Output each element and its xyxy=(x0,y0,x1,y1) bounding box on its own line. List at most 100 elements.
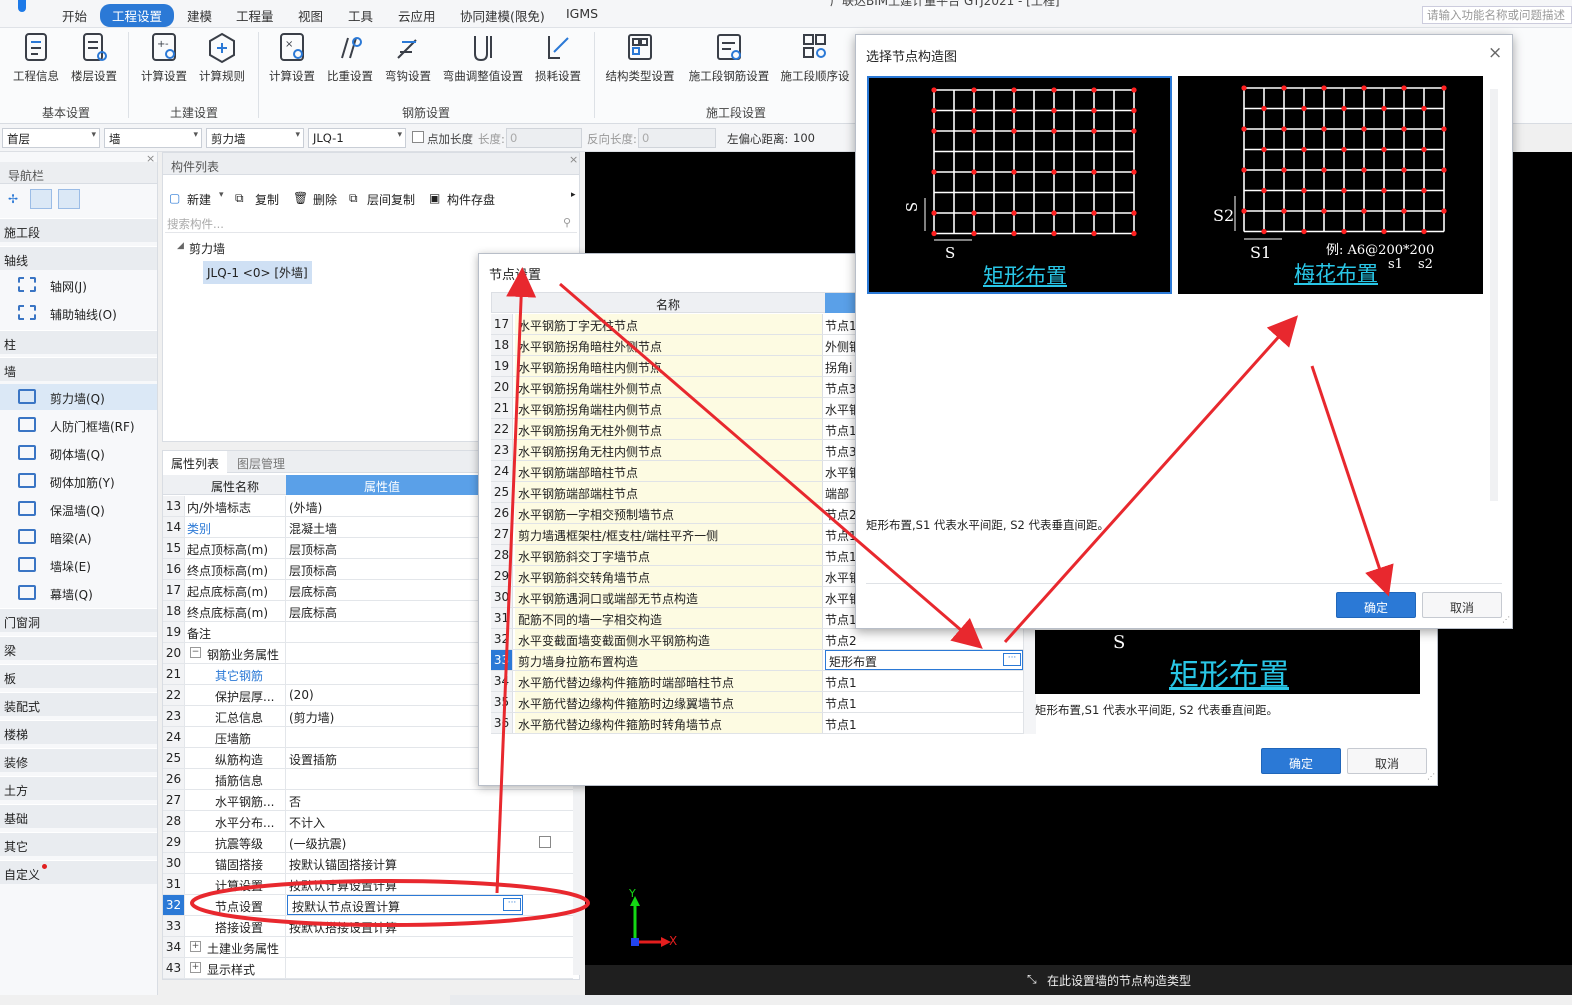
nav-item-curtain-wall[interactable]: 幕墙(Q) xyxy=(0,580,157,606)
function-search-input[interactable]: 请输入功能名称或问题描述 xyxy=(1422,6,1572,24)
save-component-button[interactable]: 构件存盘 xyxy=(447,191,495,208)
floor-copy-button[interactable]: 层间复制 xyxy=(367,191,415,208)
chevron-down-icon[interactable]: ▾ xyxy=(219,190,224,200)
node-row[interactable]: 35 水平筋代替边缘构件箍筋时边缘翼墙节点 节点1 xyxy=(491,692,1023,713)
hook-settings-button[interactable]: 弯钩设置 xyxy=(380,32,436,84)
property-row[interactable]: 29 抗震等级 (一级抗震) xyxy=(163,832,573,853)
menu-item-start[interactable]: 开始 xyxy=(62,6,87,25)
resize-grip-icon[interactable]: ⋰ xyxy=(1502,615,1510,624)
length-input[interactable]: 0 xyxy=(506,128,582,148)
more-icon[interactable]: ▸ xyxy=(571,190,576,200)
nav-section-wall[interactable]: 墙 xyxy=(0,357,157,381)
nav-section-beam[interactable]: 梁 xyxy=(0,636,157,660)
section-order-button[interactable]: 施工段顺序设 xyxy=(776,32,854,84)
pin-icon[interactable]: ✢ xyxy=(8,192,18,206)
menu-item-cloud[interactable]: 云应用 xyxy=(398,6,436,25)
rebar-calc-settings-button[interactable]: × 计算设置 xyxy=(264,32,320,84)
menu-item-project-settings[interactable]: 工程设置 xyxy=(100,4,175,27)
new-button[interactable]: 新建 xyxy=(187,191,211,208)
collapse-icon[interactable]: − xyxy=(190,647,201,658)
civil-calc-settings-button[interactable]: + - 计算设置 xyxy=(136,32,192,84)
expand-icon[interactable]: + xyxy=(190,962,201,973)
property-row[interactable]: 28 水平分布... 不计入 xyxy=(163,811,573,832)
nav-section-column[interactable]: 柱 xyxy=(0,330,157,354)
nav-section-decoration[interactable]: 装修 xyxy=(0,748,157,772)
select-ok-button[interactable]: 确定 xyxy=(1336,592,1416,618)
detail-view-icon[interactable] xyxy=(58,189,80,209)
nav-section-openings[interactable]: 门窗洞 xyxy=(0,608,157,632)
nav-item-masonry-rebar[interactable]: 砌体加筋(Y) xyxy=(0,468,157,494)
bend-adjust-button[interactable]: 弯曲调整值设置 xyxy=(438,32,528,84)
menu-item-igms[interactable]: IGMS xyxy=(566,6,598,21)
nav-section-stairs[interactable]: 楼梯 xyxy=(0,720,157,744)
copy-button[interactable]: 复制 xyxy=(255,191,279,208)
offset-value[interactable]: 100 xyxy=(793,131,815,145)
tab-property-list[interactable]: 属性列表 xyxy=(163,451,227,473)
tab-layer-manage[interactable]: 图层管理 xyxy=(229,451,293,473)
option-quincunx[interactable]: S2 S1 例: A6@200*200 s1 s2 梅花布置 xyxy=(1178,76,1483,294)
reverse-length-input[interactable]: 0 xyxy=(638,128,716,148)
calc-rules-button[interactable]: 计算规则 xyxy=(194,32,250,84)
collapse-icon[interactable]: ◢ xyxy=(177,241,184,251)
close-icon[interactable]: × xyxy=(146,152,155,165)
menu-item-view[interactable]: 视图 xyxy=(298,6,323,25)
property-row[interactable]: 32 节点设置 按默认节点设置计算 ··· xyxy=(163,895,573,916)
list-view-icon[interactable] xyxy=(30,189,52,209)
nav-section-axis[interactable]: 轴线 xyxy=(0,246,157,270)
menu-item-quantity[interactable]: 工程量 xyxy=(236,6,274,25)
menu-item-modeling[interactable]: 建模 xyxy=(187,6,212,25)
nav-item-aux-axis[interactable]: 辅助轴线(O) xyxy=(0,300,157,326)
menu-item-tools[interactable]: 工具 xyxy=(348,6,373,25)
selected-component[interactable]: JLQ-1 <0> [外墙] xyxy=(203,261,312,284)
select-cancel-button[interactable]: 取消 xyxy=(1422,592,1502,618)
project-info-button[interactable]: 工程信息 xyxy=(8,32,64,84)
property-checkbox[interactable] xyxy=(539,836,551,848)
resize-grip-icon[interactable]: ⋰ xyxy=(1427,772,1435,781)
property-row[interactable]: 33 搭接设置 按默认搭接设置计算 xyxy=(163,916,573,937)
weight-settings-button[interactable]: 比重设置 xyxy=(322,32,378,84)
tree-root-label[interactable]: 剪力墙 xyxy=(189,240,225,257)
add-length-checkbox[interactable] xyxy=(412,131,424,143)
property-row[interactable]: 43 显示样式 + xyxy=(163,958,573,979)
nav-item-wall-pier[interactable]: 墙垛(E) xyxy=(0,552,157,578)
nav-item-shear-wall[interactable]: 剪力墙(Q) xyxy=(0,384,157,410)
category-select[interactable]: 墙 ▾ xyxy=(104,128,202,148)
node-ok-button[interactable]: 确定 xyxy=(1261,748,1341,774)
more-options-icon[interactable]: ··· xyxy=(503,898,521,911)
node-row[interactable]: 33 剪力墙身拉筋布置构造 矩形布置 ··· xyxy=(491,650,1023,671)
component-search-input[interactable]: 搜索构件... xyxy=(165,213,577,233)
nav-item-masonry-wall[interactable]: 砌体墙(Q) xyxy=(0,440,157,466)
nav-item-insulation-wall[interactable]: 保温墙(Q) xyxy=(0,496,157,522)
structure-type-button[interactable]: 结构类型设置 xyxy=(600,32,680,84)
property-row[interactable]: 34 土建业务属性 + xyxy=(163,937,573,958)
property-row[interactable]: 30 锚固搭接 按默认锚固搭接计算 xyxy=(163,853,573,874)
component-select[interactable]: JLQ-1 ▾ xyxy=(308,128,406,148)
floor-select[interactable]: 首层 ▾ xyxy=(2,128,100,148)
type-select[interactable]: 剪力墙 ▾ xyxy=(206,128,304,148)
option-rectangular[interactable]: S S 矩形布置 xyxy=(867,76,1172,294)
node-row[interactable]: 32 水平变截面墙变截面侧水平钢筋构造 节点2 xyxy=(491,629,1023,650)
close-icon[interactable]: × xyxy=(569,153,578,166)
delete-button[interactable]: 删除 xyxy=(313,191,337,208)
nav-section-construction[interactable]: 施工段 xyxy=(0,218,157,242)
nav-section-slab[interactable]: 板 xyxy=(0,664,157,688)
nav-section-prefab[interactable]: 装配式 xyxy=(0,692,157,716)
nav-section-earthwork[interactable]: 土方 xyxy=(0,776,157,800)
floor-settings-button[interactable]: 楼层设置 xyxy=(66,32,122,84)
nav-section-custom[interactable]: 自定义 xyxy=(0,860,157,884)
nav-section-foundation[interactable]: 基础 xyxy=(0,804,157,828)
expand-icon[interactable]: + xyxy=(190,941,201,952)
loss-settings-button[interactable]: 损耗设置 xyxy=(530,32,586,84)
node-cancel-button[interactable]: 取消 xyxy=(1347,748,1427,774)
nav-item-hidden-beam[interactable]: 暗梁(A) xyxy=(0,524,157,550)
node-row[interactable]: 34 水平筋代替边缘构件箍筋时端部暗柱节点 节点1 xyxy=(491,671,1023,692)
select-scrollbar[interactable] xyxy=(1490,89,1498,501)
section-rebar-button[interactable]: 施工段钢筋设置 xyxy=(684,32,774,84)
property-row[interactable]: 31 计算设置 按默认计算设置计算 xyxy=(163,874,573,895)
nav-item-civil-door-wall[interactable]: 人防门框墙(RF) xyxy=(0,412,157,438)
more-options-icon[interactable]: ··· xyxy=(1003,653,1021,666)
close-icon[interactable]: × xyxy=(1488,43,1502,63)
nav-section-others[interactable]: 其它 xyxy=(0,832,157,856)
node-row[interactable]: 36 水平筋代替边缘构件箍筋时转角墙节点 节点1 xyxy=(491,713,1023,734)
property-row[interactable]: 27 水平钢筋... 否 xyxy=(163,790,573,811)
